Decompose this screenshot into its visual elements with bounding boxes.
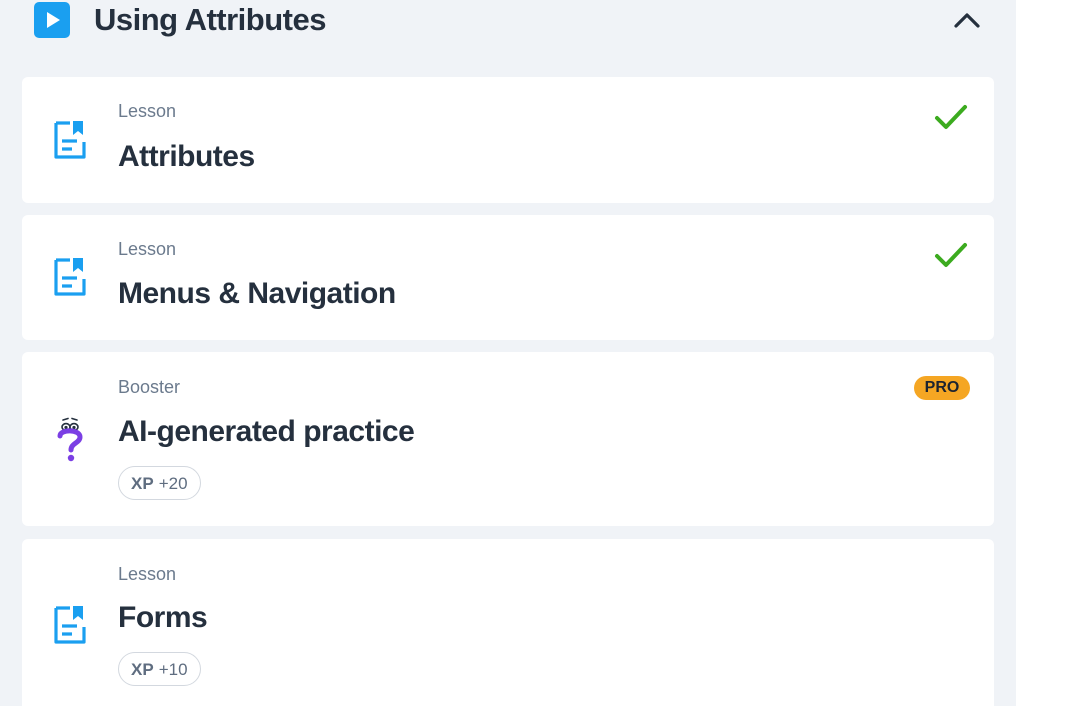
xp-value: +20 <box>158 474 188 493</box>
pro-badge: PRO <box>914 376 970 400</box>
booster-card-ai-practice[interactable]: Booster AI-generated practice PRO XP +20 <box>22 352 994 526</box>
item-title[interactable]: Forms <box>118 600 208 636</box>
lesson-document-icon <box>52 257 88 297</box>
item-title[interactable]: AI-generated practice <box>118 414 415 450</box>
module-panel: Using Attributes Lesson Attributes Lesso… <box>0 0 1016 706</box>
item-title[interactable]: Menus & Navigation <box>118 276 396 312</box>
item-type-label: Lesson <box>118 239 177 259</box>
question-mark-icon <box>52 416 88 462</box>
chevron-up-icon[interactable] <box>950 4 984 36</box>
check-icon <box>934 241 968 271</box>
section-title: Using Attributes <box>94 2 326 37</box>
xp-label: XP <box>131 474 154 493</box>
item-type-label: Booster <box>118 377 181 397</box>
lesson-card-menus-navigation[interactable]: Lesson Menus & Navigation <box>22 215 994 340</box>
play-icon <box>34 2 70 38</box>
lesson-document-icon <box>52 605 88 645</box>
item-title[interactable]: Attributes <box>118 139 255 175</box>
item-type-label: Lesson <box>118 101 177 121</box>
section-header[interactable]: Using Attributes <box>0 0 1016 52</box>
lesson-card-attributes[interactable]: Lesson Attributes <box>22 77 994 203</box>
course-page: Using Attributes Lesson Attributes Lesso… <box>0 0 1075 706</box>
xp-chip: XP +10 <box>118 652 201 686</box>
lesson-document-icon <box>52 120 88 160</box>
xp-value: +10 <box>158 660 188 679</box>
check-icon <box>934 103 968 133</box>
lesson-card-forms[interactable]: Lesson Forms XP +10 <box>22 539 994 706</box>
item-type-label: Lesson <box>118 564 177 584</box>
xp-chip: XP +20 <box>118 466 201 500</box>
xp-label: XP <box>131 660 154 679</box>
